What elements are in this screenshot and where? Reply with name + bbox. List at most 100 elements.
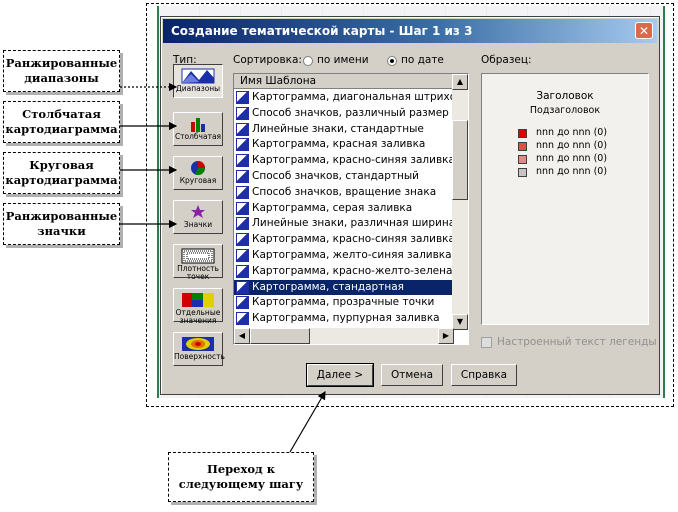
scroll-up-icon[interactable]: ▲	[452, 74, 468, 90]
type-button-symbols[interactable]: Значки	[173, 200, 223, 234]
sample-heading: Заголовок	[536, 90, 594, 102]
type-button-pie[interactable]: Круговая	[173, 156, 223, 190]
list-item[interactable]: Линейные знаки, различная ширина	[234, 216, 452, 232]
template-icon	[236, 169, 249, 183]
type-buttons: Диапазоны Столбчатая Круговая Значки Пло…	[173, 64, 227, 366]
list-item-label: Картограмма, стандартная	[252, 280, 404, 293]
list-item[interactable]: Картограмма, прозрачные точки	[234, 295, 452, 311]
template-icon	[236, 264, 249, 278]
legend-text: nnn до nnn (0)	[536, 127, 608, 138]
type-button-ranges[interactable]: Диапазоны	[173, 64, 223, 98]
list-item[interactable]: Картограмма, красно-синяя заливка	[234, 153, 452, 169]
type-label-individual-values: Отдельные значения	[175, 308, 221, 325]
legend-swatch	[518, 155, 527, 164]
annotation-bar: Столбчатая картодиаграмма	[3, 101, 120, 143]
sort-by-date-label[interactable]: по дате	[401, 54, 444, 66]
close-icon: ✕	[638, 24, 650, 38]
pie-chart-icon	[191, 161, 206, 176]
annotation-next-step-text: Переход к следующему шагу	[178, 462, 304, 491]
sort-label: Сортировка:	[233, 54, 302, 66]
type-label-ranges: Диапазоны	[175, 84, 221, 93]
dialog-title: Создание тематической карты - Шаг 1 из 3	[171, 24, 473, 38]
template-icon	[236, 138, 249, 152]
list-item[interactable]: Способ значков, различный размер	[234, 106, 452, 122]
legend-text: nnn до nnn (0)	[536, 153, 608, 164]
close-button[interactable]: ✕	[635, 22, 653, 39]
annotation-symbols: Ранжированные значки	[3, 203, 120, 245]
template-icon	[236, 106, 249, 120]
dot-density-icon	[181, 248, 215, 264]
list-item[interactable]: Картограмма, красно-синяя заливка, те	[234, 232, 452, 248]
list-item[interactable]: Картограмма, красная заливка	[234, 137, 452, 153]
legend-swatch	[518, 129, 527, 138]
sample-subheading: Подзаголовок	[529, 105, 601, 116]
cancel-button[interactable]: Отмена	[381, 364, 443, 386]
sample-legend-preview: Заголовок Подзаголовок nnn до nnn (0) nn…	[481, 73, 649, 325]
template-icon	[236, 154, 249, 168]
type-label-bar: Столбчатая	[174, 132, 222, 141]
help-button[interactable]: Справка	[451, 364, 517, 386]
template-icon	[236, 217, 249, 231]
vertical-scrollbar[interactable]: ▲ ▼	[452, 74, 468, 330]
scroll-right-icon[interactable]: ▶	[438, 328, 454, 344]
template-list[interactable]: Имя Шаблона Картограмма, диагональная шт…	[233, 73, 469, 345]
annotation-next-step: Переход к следующему шагу	[168, 452, 314, 502]
template-icon	[236, 185, 249, 199]
list-item[interactable]: Картограмма, серая заливка	[234, 201, 452, 217]
type-label-dot-density: Плотность точек	[177, 264, 219, 281]
template-icon	[236, 91, 249, 104]
template-icon	[236, 201, 249, 215]
list-item-label: Способ значков, вращение знака	[252, 185, 437, 198]
list-item-label: Линейные знаки, стандартные	[252, 122, 424, 135]
list-item-label: Картограмма, диагональная штриховка	[252, 91, 452, 103]
sort-by-name-radio[interactable]	[303, 56, 313, 66]
template-icon	[236, 233, 249, 247]
custom-legend-label[interactable]: Настроенный текст легенды	[497, 336, 657, 348]
scroll-left-icon[interactable]: ◀	[234, 328, 250, 344]
list-item-label: Картограмма, пурпурная заливка	[252, 312, 440, 325]
sort-by-date-radio[interactable]	[387, 56, 397, 66]
legend-text: nnn до nnn (0)	[536, 166, 608, 177]
list-item[interactable]: Картограмма, стандартная	[234, 279, 452, 296]
list-item-label: Способ значков, стандартный	[252, 169, 419, 182]
type-label-symbols: Значки	[183, 220, 213, 229]
type-button-dot-density[interactable]: Плотность точек	[173, 244, 223, 281]
type-label-pie: Круговая	[179, 176, 217, 185]
scroll-down-icon[interactable]: ▼	[452, 314, 468, 330]
type-button-surface[interactable]: Поверхность	[173, 332, 225, 366]
star-symbol-icon	[191, 205, 205, 218]
type-button-individual-values[interactable]: Отдельные значения	[173, 288, 223, 325]
annotation-bar-text: Столбчатая картодиаграмма	[5, 107, 118, 136]
bar-chart-icon	[191, 118, 205, 132]
list-item-label: Картограмма, красно-синяя заливка	[252, 154, 452, 167]
template-icon	[236, 312, 249, 326]
template-icon	[236, 248, 249, 262]
legend-swatch	[518, 142, 527, 151]
legend-text: nnn до nnn (0)	[536, 140, 608, 151]
list-item[interactable]: Картограмма, пурпурная заливка	[234, 311, 452, 327]
horizontal-scrollbar[interactable]: ◀ ▶	[234, 328, 454, 344]
list-item[interactable]: Картограмма, красно-желто-зеленая за	[234, 264, 452, 280]
list-item[interactable]: Картограмма, желто-синяя заливка, тем	[234, 248, 452, 264]
scroll-thumb[interactable]	[452, 120, 468, 200]
type-label-surface: Поверхность	[174, 352, 225, 361]
next-button[interactable]: Далее >	[306, 363, 374, 387]
type-button-bar[interactable]: Столбчатая	[173, 112, 223, 146]
list-item-label: Картограмма, красно-желто-зеленая за	[252, 264, 452, 277]
sort-by-name-label[interactable]: по имени	[317, 54, 369, 66]
list-item-label: Картограмма, красная заливка	[252, 138, 426, 151]
list-item-label: Картограмма, красно-синяя заливка, те	[252, 233, 452, 246]
template-icon	[236, 280, 249, 294]
list-item-label: Картограмма, прозрачные точки	[252, 296, 435, 309]
list-column-header[interactable]: Имя Шаблона	[234, 74, 452, 89]
ranges-icon	[181, 68, 215, 84]
list-item[interactable]: Картограмма, диагональная штриховка	[234, 90, 452, 106]
custom-legend-checkbox[interactable]	[481, 337, 492, 348]
hscroll-thumb[interactable]	[250, 328, 310, 344]
template-icon	[236, 122, 249, 136]
list-item[interactable]: Линейные знаки, стандартные	[234, 122, 452, 138]
sample-label: Образец:	[481, 54, 532, 66]
list-item[interactable]: Способ значков, стандартный	[234, 169, 452, 185]
title-bar[interactable]: Создание тематической карты - Шаг 1 из 3…	[163, 19, 657, 43]
list-item[interactable]: Способ значков, вращение знака	[234, 185, 452, 201]
